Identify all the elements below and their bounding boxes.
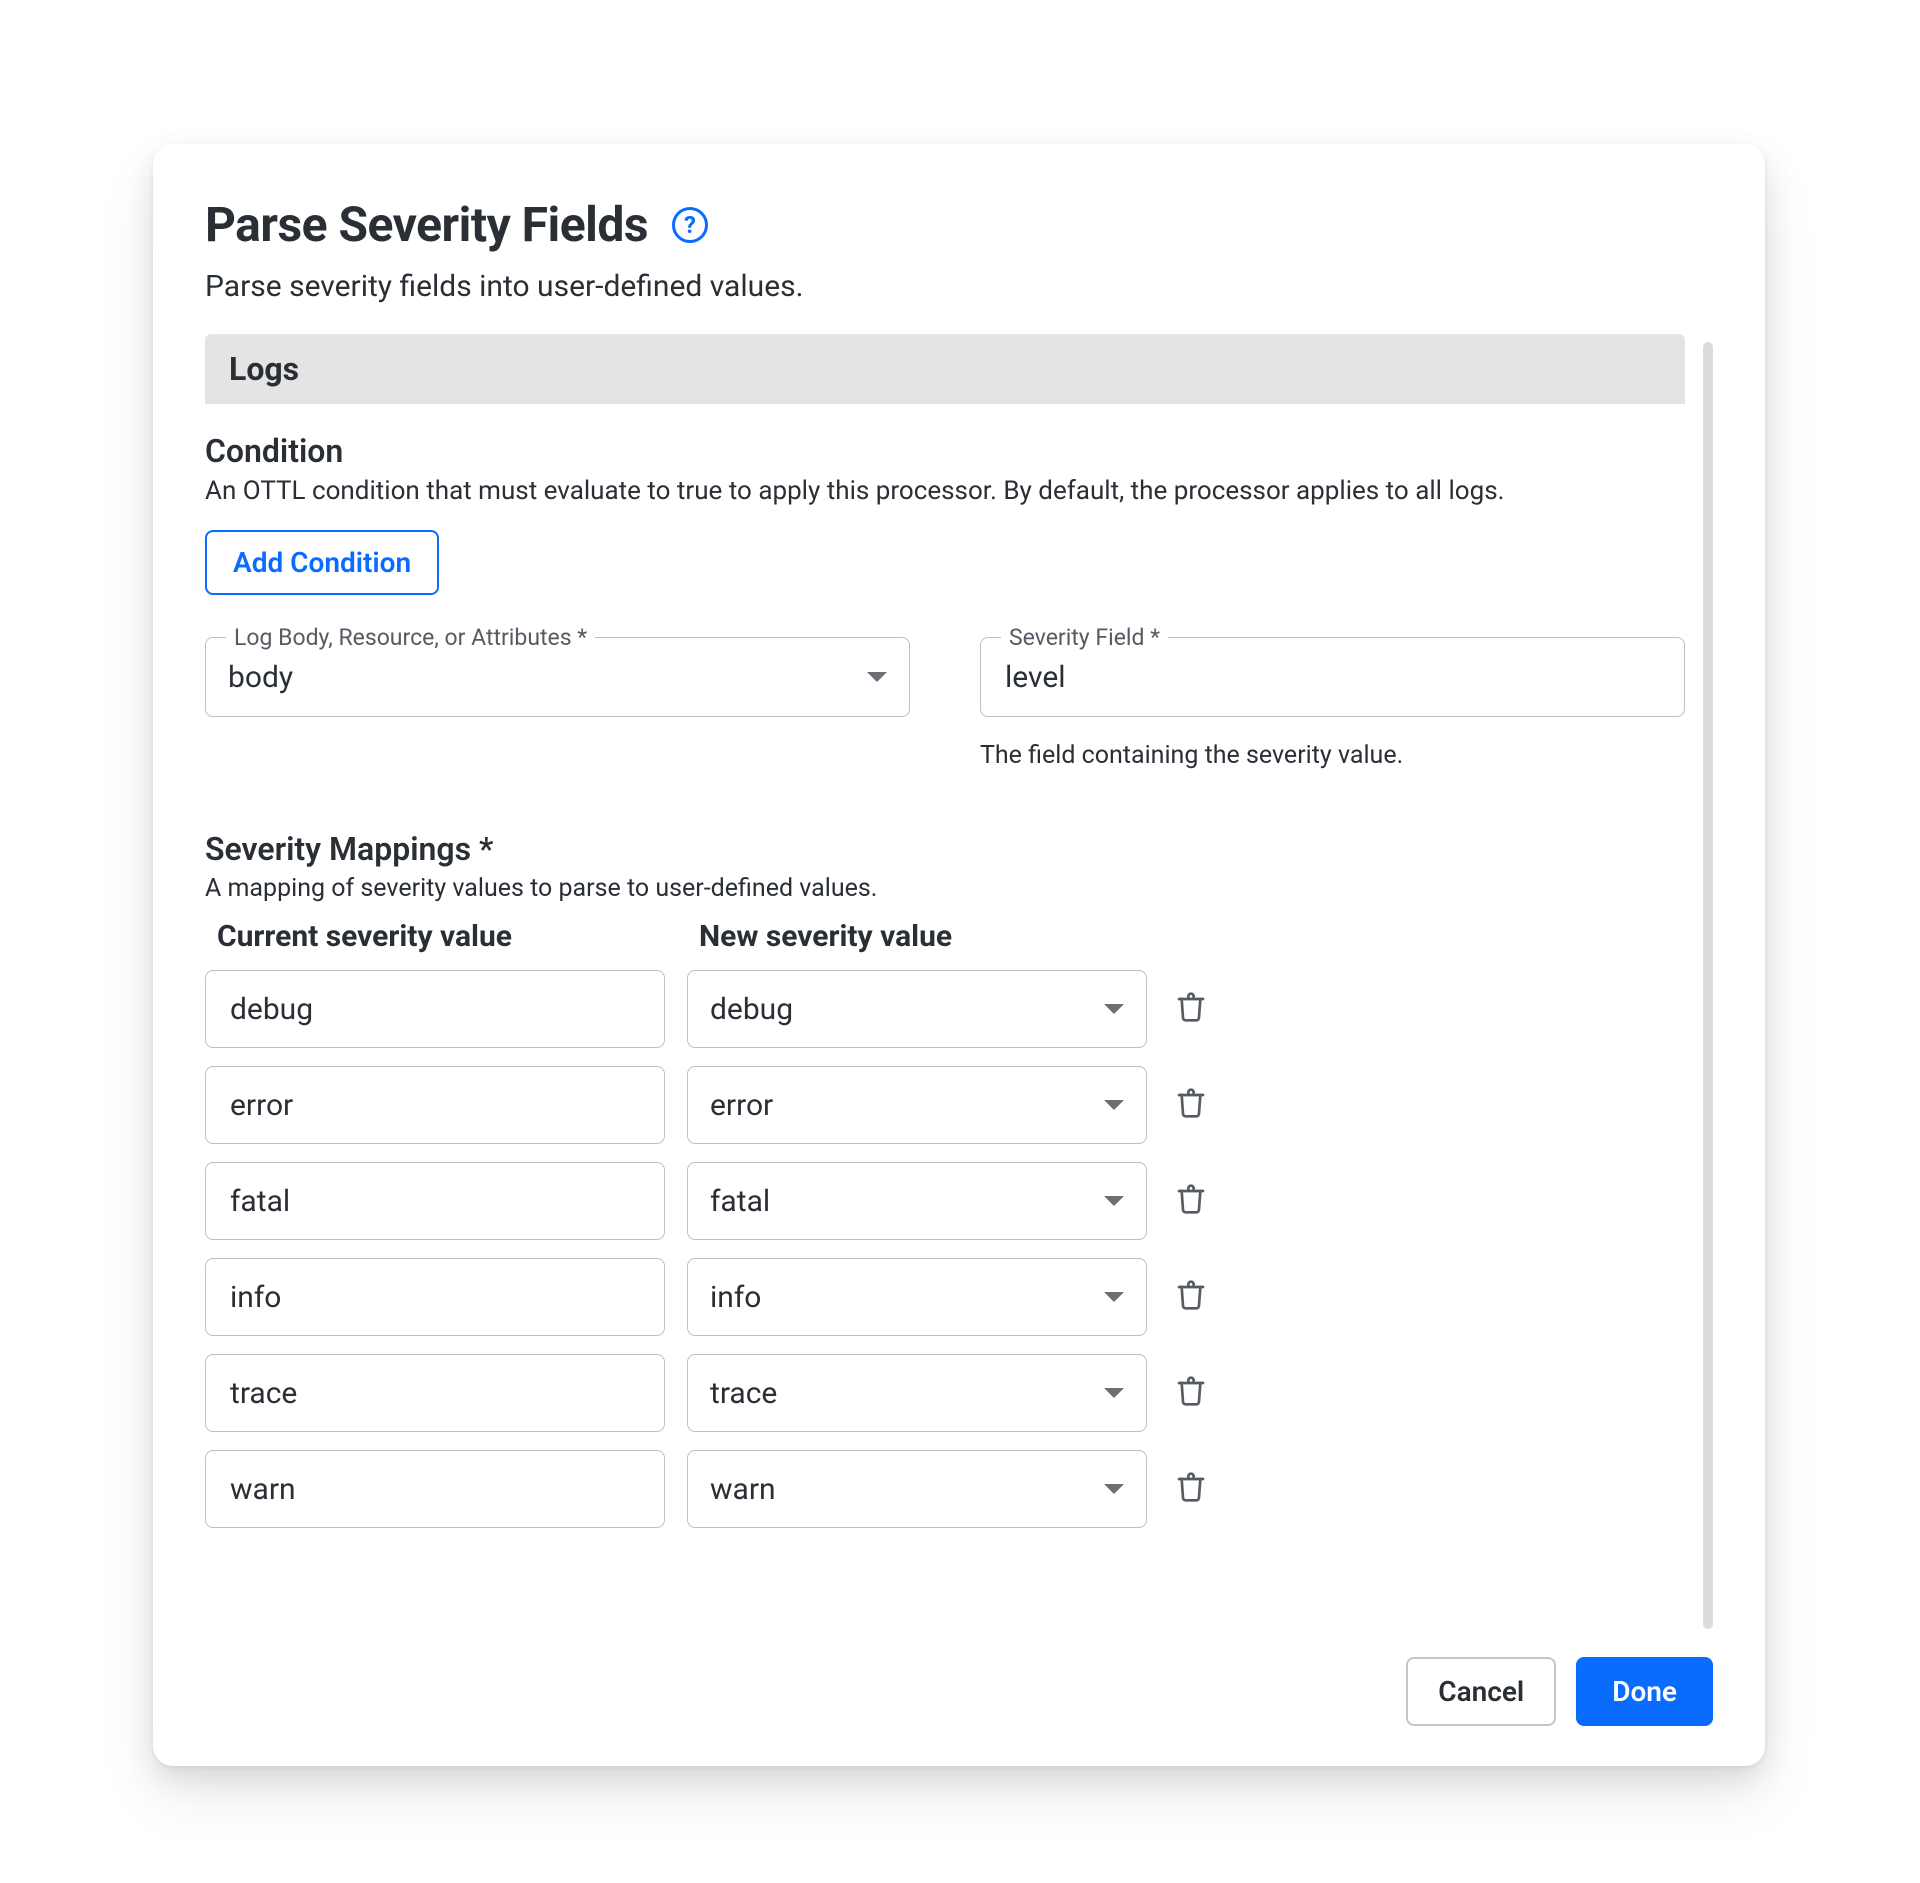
delete-mapping-button[interactable]	[1169, 1083, 1213, 1127]
chevron-down-icon	[1104, 1196, 1124, 1206]
mapping-row: warn	[205, 1450, 1685, 1528]
dialog-footer: Cancel Done	[205, 1637, 1713, 1726]
mapping-current-input[interactable]	[228, 1087, 642, 1124]
help-icon[interactable]: ?	[672, 207, 708, 243]
add-condition-button[interactable]: Add Condition	[205, 530, 439, 595]
trash-icon	[1175, 1183, 1207, 1219]
trash-icon	[1175, 1471, 1207, 1507]
dialog-parse-severity: Parse Severity Fields ? Parse severity f…	[153, 144, 1765, 1766]
section-condition: Condition An OTTL condition that must ev…	[205, 404, 1685, 595]
chevron-down-icon	[1104, 1100, 1124, 1110]
scrollbar[interactable]	[1703, 342, 1713, 1629]
source-select[interactable]: Log Body, Resource, or Attributes * body	[205, 637, 910, 717]
page-title: Parse Severity Fields	[205, 196, 648, 253]
delete-mapping-button[interactable]	[1169, 1371, 1213, 1415]
mapping-new-select[interactable]: error	[687, 1066, 1147, 1144]
mapping-new-value: info	[710, 1280, 1092, 1315]
dialog-body-scroll: Logs Condition An OTTL condition that mu…	[205, 334, 1713, 1637]
trash-icon	[1175, 991, 1207, 1027]
delete-mapping-button[interactable]	[1169, 1275, 1213, 1319]
mapping-row: info	[205, 1258, 1685, 1336]
trash-icon	[1175, 1279, 1207, 1315]
mapping-current-input[interactable]	[228, 1471, 642, 1508]
mapping-row: debug	[205, 970, 1685, 1048]
mapping-current-input[interactable]	[228, 1183, 642, 1220]
mapping-new-value: debug	[710, 992, 1092, 1027]
mappings-column-current: Current severity value	[217, 913, 677, 970]
page-subtitle: Parse severity fields into user-defined …	[205, 269, 1713, 304]
mapping-new-select[interactable]: info	[687, 1258, 1147, 1336]
source-select-value: body	[228, 660, 855, 695]
mapping-current-input-wrap	[205, 970, 665, 1048]
mapping-new-value: trace	[710, 1376, 1092, 1411]
condition-title: Condition	[205, 432, 1685, 470]
tab-bar: Logs	[205, 334, 1685, 404]
mapping-new-value: fatal	[710, 1184, 1092, 1219]
condition-description: An OTTL condition that must evaluate to …	[205, 476, 1685, 506]
mappings-title: Severity Mappings *	[205, 830, 1685, 868]
severity-field-label: Severity Field *	[1001, 624, 1168, 651]
trash-icon	[1175, 1375, 1207, 1411]
mappings-description: A mapping of severity values to parse to…	[205, 874, 1685, 903]
delete-mapping-button[interactable]	[1169, 1179, 1213, 1223]
mapping-new-value: error	[710, 1088, 1092, 1123]
section-severity-mappings: Severity Mappings * A mapping of severit…	[205, 830, 1685, 1528]
delete-mapping-button[interactable]	[1169, 1467, 1213, 1511]
mapping-current-input-wrap	[205, 1258, 665, 1336]
mapping-row: error	[205, 1066, 1685, 1144]
mapping-new-select[interactable]: fatal	[687, 1162, 1147, 1240]
mapping-row: fatal	[205, 1162, 1685, 1240]
dialog-header: Parse Severity Fields ? Parse severity f…	[205, 196, 1713, 304]
mapping-current-input[interactable]	[228, 991, 642, 1028]
severity-field-input[interactable]	[1003, 659, 1662, 696]
mapping-row: trace	[205, 1354, 1685, 1432]
delete-mapping-button[interactable]	[1169, 987, 1213, 1031]
done-button[interactable]: Done	[1576, 1657, 1713, 1726]
mapping-new-select[interactable]: debug	[687, 970, 1147, 1048]
cancel-button[interactable]: Cancel	[1406, 1657, 1556, 1726]
chevron-down-icon	[1104, 1004, 1124, 1014]
mapping-current-input-wrap	[205, 1450, 665, 1528]
trash-icon	[1175, 1087, 1207, 1123]
tab-logs[interactable]: Logs	[205, 350, 323, 388]
chevron-down-icon	[1104, 1484, 1124, 1494]
mapping-current-input-wrap	[205, 1066, 665, 1144]
source-select-label: Log Body, Resource, or Attributes *	[226, 624, 595, 651]
mapping-current-input[interactable]	[228, 1279, 642, 1316]
mapping-new-select[interactable]: trace	[687, 1354, 1147, 1432]
severity-field-input-wrap: Severity Field *	[980, 637, 1685, 717]
mapping-current-input[interactable]	[228, 1375, 642, 1412]
mapping-new-value: warn	[710, 1472, 1092, 1507]
mappings-column-new: New severity value	[699, 913, 1159, 970]
chevron-down-icon	[1104, 1292, 1124, 1302]
mapping-current-input-wrap	[205, 1354, 665, 1432]
chevron-down-icon	[867, 672, 887, 682]
severity-field-helper: The field containing the severity value.	[980, 741, 1685, 770]
mapping-new-select[interactable]: warn	[687, 1450, 1147, 1528]
mapping-current-input-wrap	[205, 1162, 665, 1240]
chevron-down-icon	[1104, 1388, 1124, 1398]
